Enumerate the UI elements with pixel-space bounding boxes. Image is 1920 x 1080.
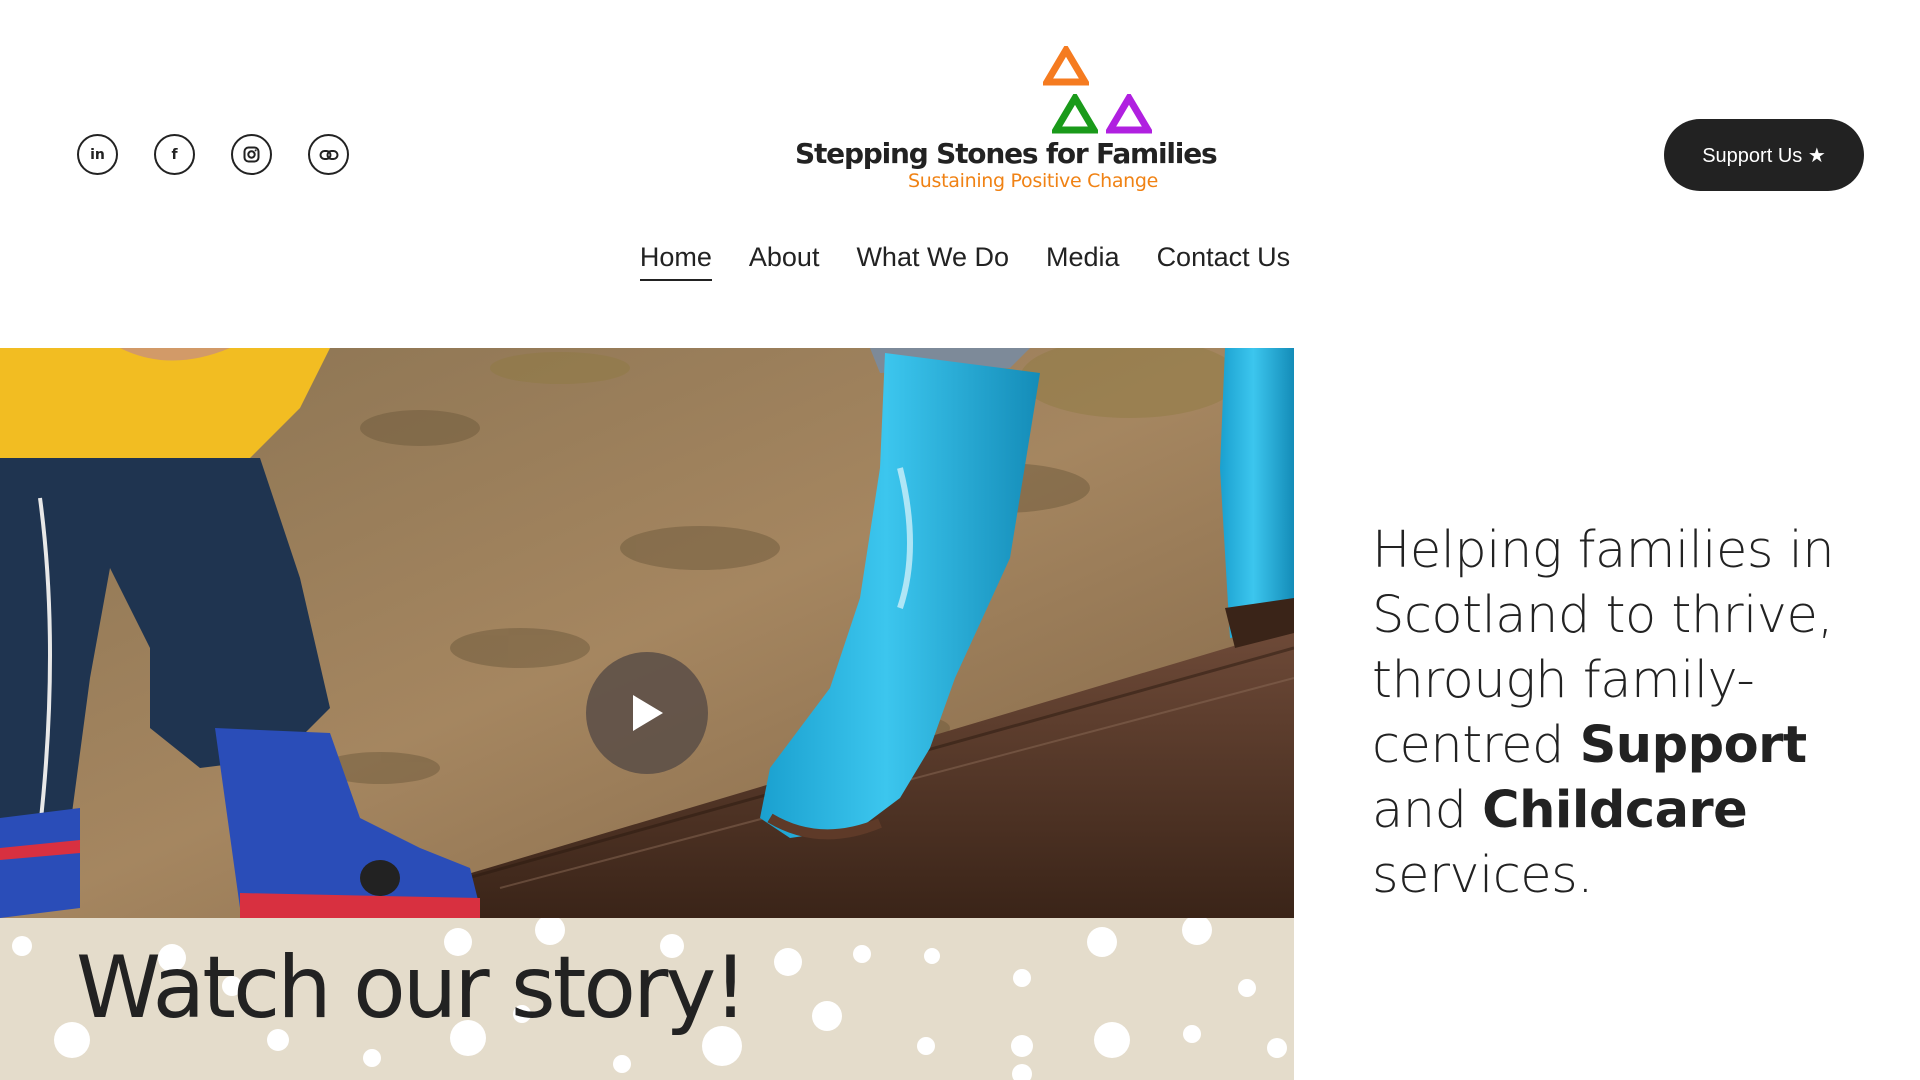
facebook-icon[interactable]: f: [154, 134, 195, 175]
nav-contact-us[interactable]: Contact Us: [1157, 242, 1291, 281]
logo-triangle-purple-icon: [1106, 94, 1152, 134]
logo-triangle-green-icon: [1052, 94, 1098, 134]
linkedin-icon[interactable]: in: [77, 134, 118, 175]
hero-photo: [0, 348, 1294, 918]
nav-about[interactable]: About: [749, 242, 820, 281]
nav-what-we-do[interactable]: What We Do: [856, 242, 1009, 281]
story-title: Watch our story!: [76, 938, 748, 1038]
mission-childcare: Childcare: [1482, 781, 1748, 840]
support-us-button[interactable]: Support Us ★: [1664, 119, 1864, 191]
main-nav: Home About What We Do Media Contact Us: [0, 242, 1920, 281]
hero-video-image[interactable]: [0, 348, 1294, 918]
logo-triangle-orange-icon: [1043, 46, 1089, 86]
link-icon[interactable]: [308, 134, 349, 175]
mission-statement: Helping families in Scotland to thrive, …: [1372, 518, 1852, 908]
play-button[interactable]: [586, 652, 708, 774]
social-links: in f: [77, 134, 349, 175]
mission-and: and: [1372, 781, 1467, 840]
mission-end: services.: [1372, 846, 1593, 905]
mission-support: Support: [1579, 716, 1808, 775]
nav-media[interactable]: Media: [1046, 242, 1120, 281]
watch-story-band: Watch our story!: [0, 918, 1294, 1080]
site-logo[interactable]: Stepping Stones for Families Sustaining …: [790, 42, 1218, 202]
nav-home[interactable]: Home: [639, 242, 712, 281]
instagram-icon[interactable]: [231, 134, 272, 175]
logo-name: Stepping Stones for Families: [795, 137, 1218, 170]
logo-tagline: Sustaining Positive Change: [908, 170, 1159, 192]
site-header: in f Stepping Stones for Families Sustai…: [0, 0, 1920, 340]
play-icon: [633, 695, 663, 731]
